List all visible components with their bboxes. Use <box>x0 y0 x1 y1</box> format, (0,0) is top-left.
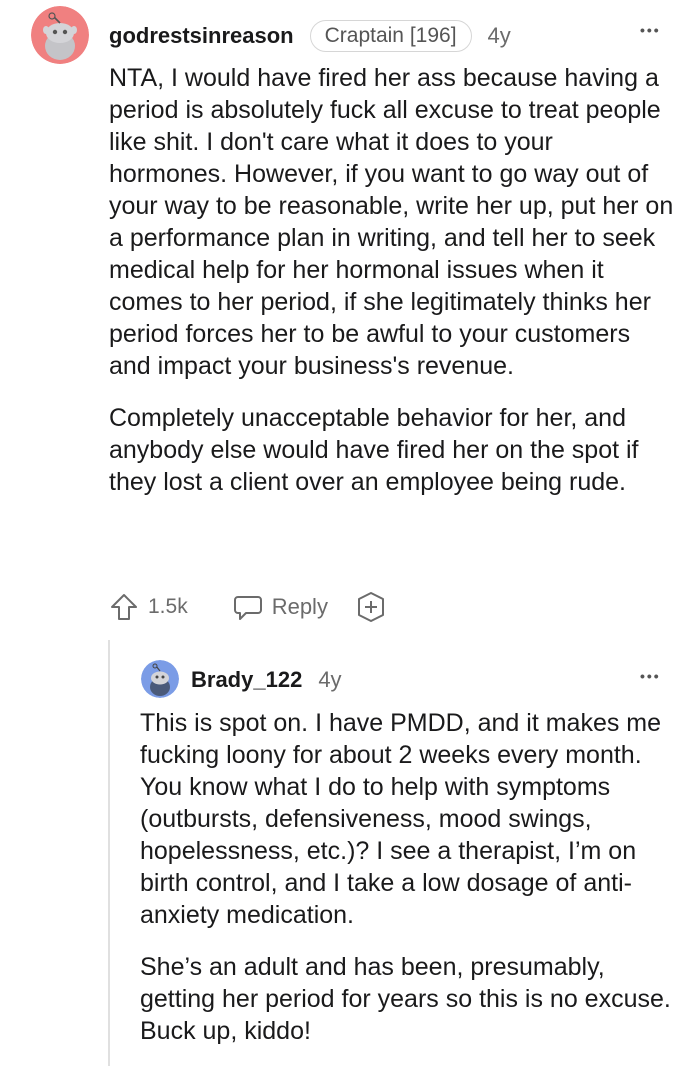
upvote-count: 1.5k <box>148 595 188 618</box>
username[interactable]: godrestsinreason <box>109 23 294 49</box>
more-icon[interactable]: ••• <box>640 22 661 38</box>
reply-label: Reply <box>271 594 328 619</box>
comment-body: This is spot on. I have PMDD, and it mak… <box>140 707 675 1047</box>
avatar[interactable] <box>31 6 89 64</box>
comment-age: 4y <box>318 667 342 692</box>
reply-button[interactable]: Reply <box>232 591 328 623</box>
comment-paragraph: She’s an adult and has been, presumably,… <box>140 953 671 1045</box>
more-icon[interactable]: ••• <box>640 668 661 684</box>
award-icon <box>357 592 384 622</box>
comment-meta: Brady_122 4y <box>191 664 342 696</box>
thread-line[interactable] <box>108 640 110 1066</box>
comment-paragraph: NTA, I would have fired her ass because … <box>109 64 674 380</box>
upvote-button[interactable]: 1.5k <box>108 591 188 623</box>
username[interactable]: Brady_122 <box>191 667 302 693</box>
comment-actions: 1.5k Reply <box>108 590 388 624</box>
comment-meta: godrestsinreason Craptain [196] 4y <box>109 20 511 52</box>
comment-paragraph: This is spot on. I have PMDD, and it mak… <box>140 709 662 929</box>
user-flair: Craptain [196] <box>309 20 472 52</box>
comment-body: NTA, I would have fired her ass because … <box>109 62 674 498</box>
award-button[interactable] <box>354 590 388 624</box>
comment-paragraph: Completely unacceptable behavior for her… <box>109 404 639 496</box>
comment-age: 4y <box>487 23 511 48</box>
upvote-icon <box>111 594 137 620</box>
avatar[interactable] <box>141 660 179 698</box>
reply-icon <box>233 596 262 620</box>
